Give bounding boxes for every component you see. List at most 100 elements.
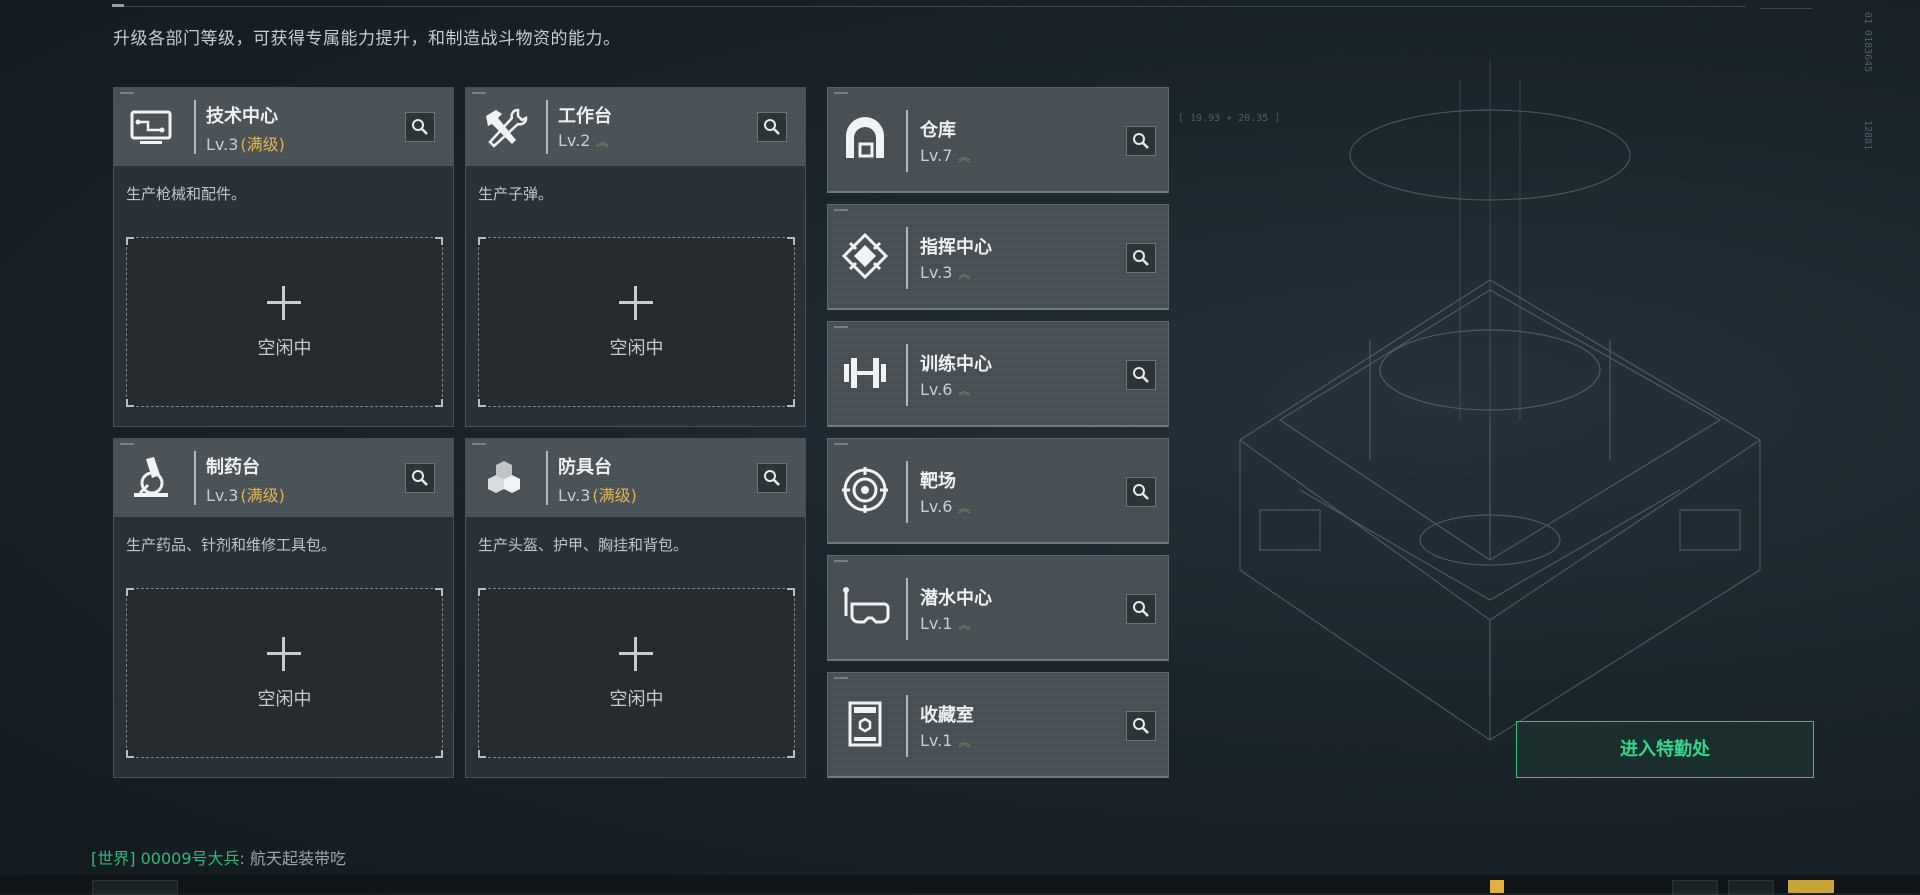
hud-coordinates: [ 19.93 + 20.35 ] bbox=[1178, 113, 1281, 124]
slot-status: 空闲中 bbox=[257, 689, 312, 710]
search-icon bbox=[1133, 718, 1149, 734]
maxed-label: (满级) bbox=[240, 486, 285, 505]
facility-card-diving-center[interactable]: 潜水中心 Lv.1 ︽ bbox=[827, 555, 1169, 661]
dumbbell-icon bbox=[840, 348, 890, 398]
slot-status: 空闲中 bbox=[609, 689, 664, 710]
alert-icon[interactable] bbox=[1490, 880, 1504, 893]
search-icon bbox=[412, 119, 428, 135]
facility-name: 工作台 bbox=[558, 106, 612, 127]
facility-name: 靶场 bbox=[920, 471, 956, 492]
avatar[interactable] bbox=[1788, 880, 1834, 893]
enter-special-ops-button[interactable]: 进入特勤处 bbox=[1516, 721, 1814, 778]
search-icon bbox=[1133, 484, 1149, 500]
search-icon bbox=[1133, 367, 1149, 383]
maxed-label: (满级) bbox=[592, 486, 637, 505]
hammer-wrench-icon bbox=[478, 102, 528, 152]
search-button[interactable] bbox=[405, 112, 435, 142]
add-icon bbox=[619, 637, 653, 671]
facility-level: Lv.1 ︽ bbox=[920, 731, 971, 750]
facility-level: Lv.6 ︽ bbox=[920, 380, 971, 399]
facility-name: 潜水中心 bbox=[920, 588, 992, 609]
production-slot[interactable]: 空闲中 bbox=[126, 588, 443, 758]
facility-name: 训练中心 bbox=[920, 354, 992, 375]
upgrade-chevron-icon: ︽ bbox=[958, 618, 971, 632]
upgrade-chevron-icon: ︽ bbox=[958, 267, 971, 281]
upgrade-chevron-icon: ︽ bbox=[596, 135, 609, 149]
intro-text: 升级各部门等级，可获得专属能力提升，和制造战斗物资的能力。 bbox=[113, 29, 621, 49]
top-divider-right bbox=[1760, 8, 1812, 9]
chat-message[interactable]: [世界] 00009号大兵: 航天起装带吃 bbox=[91, 845, 346, 869]
facility-level: Lv.3 (满级) bbox=[206, 135, 285, 154]
search-button[interactable] bbox=[757, 112, 787, 142]
facility-card-training-center[interactable]: 训练中心 Lv.6 ︽ bbox=[827, 321, 1169, 427]
search-icon bbox=[1133, 250, 1149, 266]
production-card-workbench[interactable]: 工作台 Lv.2 ︽ 生产子弹。 空闲中 bbox=[465, 87, 806, 427]
display-case-icon bbox=[840, 699, 890, 749]
facility-name: 收藏室 bbox=[920, 705, 974, 726]
slot-status: 空闲中 bbox=[257, 338, 312, 359]
maxed-label: (满级) bbox=[240, 135, 285, 154]
card-header: 工作台 Lv.2 ︽ bbox=[466, 88, 805, 166]
search-icon bbox=[764, 119, 780, 135]
warehouse-icon bbox=[840, 114, 890, 164]
upgrade-chevron-icon: ︽ bbox=[958, 384, 971, 398]
facility-level: Lv.3 (满级) bbox=[206, 486, 285, 505]
upgrade-chevron-icon: ︽ bbox=[958, 501, 971, 515]
card-header: 制药台 Lv.3 (满级) bbox=[114, 439, 453, 517]
production-card-pharmacy[interactable]: 制药台 Lv.3 (满级) 生产药品、针剂和维修工具包。 空闲中 bbox=[113, 438, 454, 778]
add-icon bbox=[267, 286, 301, 320]
bottom-bar bbox=[0, 875, 1920, 893]
monitor-circuit-icon bbox=[126, 102, 176, 152]
card-header: 技术中心 Lv.3 (满级) bbox=[114, 88, 453, 166]
facility-name: 仓库 bbox=[920, 120, 956, 141]
facility-level: Lv.7 ︽ bbox=[920, 146, 971, 165]
upgrade-chevron-icon: ︽ bbox=[958, 735, 971, 749]
production-slot[interactable]: 空闲中 bbox=[478, 588, 795, 758]
add-icon bbox=[619, 286, 653, 320]
search-button[interactable] bbox=[1126, 594, 1156, 624]
diving-mask-icon bbox=[840, 582, 890, 632]
hud-serial-mid: 12881 bbox=[1862, 120, 1873, 151]
search-button[interactable] bbox=[1126, 711, 1156, 741]
facility-name: 制药台 bbox=[206, 457, 260, 478]
search-button[interactable] bbox=[1126, 477, 1156, 507]
facility-card-collection-room[interactable]: 收藏室 Lv.1 ︽ bbox=[827, 672, 1169, 778]
add-icon bbox=[267, 637, 301, 671]
chat-username: 00009号大兵 bbox=[140, 849, 240, 868]
microscope-icon bbox=[126, 453, 176, 503]
target-icon bbox=[840, 465, 890, 515]
search-button[interactable] bbox=[1126, 126, 1156, 156]
production-slot[interactable]: 空闲中 bbox=[126, 237, 443, 407]
search-icon bbox=[412, 470, 428, 486]
facility-name: 技术中心 bbox=[206, 106, 278, 127]
chat-text: 航天起装带吃 bbox=[249, 849, 346, 868]
command-emblem-icon bbox=[840, 231, 890, 281]
facility-level: Lv.1 ︽ bbox=[920, 614, 971, 633]
facility-level: Lv.2 ︽ bbox=[558, 131, 609, 150]
search-icon bbox=[764, 470, 780, 486]
facility-card-shooting-range[interactable]: 靶场 Lv.6 ︽ bbox=[827, 438, 1169, 544]
search-button[interactable] bbox=[1126, 360, 1156, 390]
search-button[interactable] bbox=[405, 463, 435, 493]
chat-channel: [世界] bbox=[91, 849, 136, 868]
production-description: 生产头盔、护甲、胸挂和背包。 bbox=[478, 536, 689, 554]
production-card-tech-center[interactable]: 技术中心 Lv.3 (满级) 生产枪械和配件。 空闲中 bbox=[113, 87, 454, 427]
facility-level: Lv.3 ︽ bbox=[920, 263, 971, 282]
production-description: 生产子弹。 bbox=[478, 185, 554, 203]
top-divider bbox=[112, 6, 1746, 7]
production-slot[interactable]: 空闲中 bbox=[478, 237, 795, 407]
facility-name: 防具台 bbox=[558, 457, 612, 478]
base-wireframe-illustration bbox=[1238, 60, 1762, 741]
search-button[interactable] bbox=[1126, 243, 1156, 273]
top-divider-mark bbox=[112, 4, 124, 7]
hud-serial: 01 0183645 bbox=[1862, 12, 1873, 73]
search-button[interactable] bbox=[757, 463, 787, 493]
facility-card-warehouse[interactable]: 仓库 Lv.7 ︽ bbox=[827, 87, 1169, 193]
production-card-armor-bench[interactable]: 防具台 Lv.3 (满级) 生产头盔、护甲、胸挂和背包。 空闲中 bbox=[465, 438, 806, 778]
armor-boxes-icon bbox=[478, 453, 528, 503]
search-icon bbox=[1133, 133, 1149, 149]
facility-level: Lv.6 ︽ bbox=[920, 497, 971, 516]
slot-status: 空闲中 bbox=[609, 338, 664, 359]
facility-card-command-center[interactable]: 指挥中心 Lv.3 ︽ bbox=[827, 204, 1169, 310]
upgrade-chevron-icon: ︽ bbox=[958, 150, 971, 164]
